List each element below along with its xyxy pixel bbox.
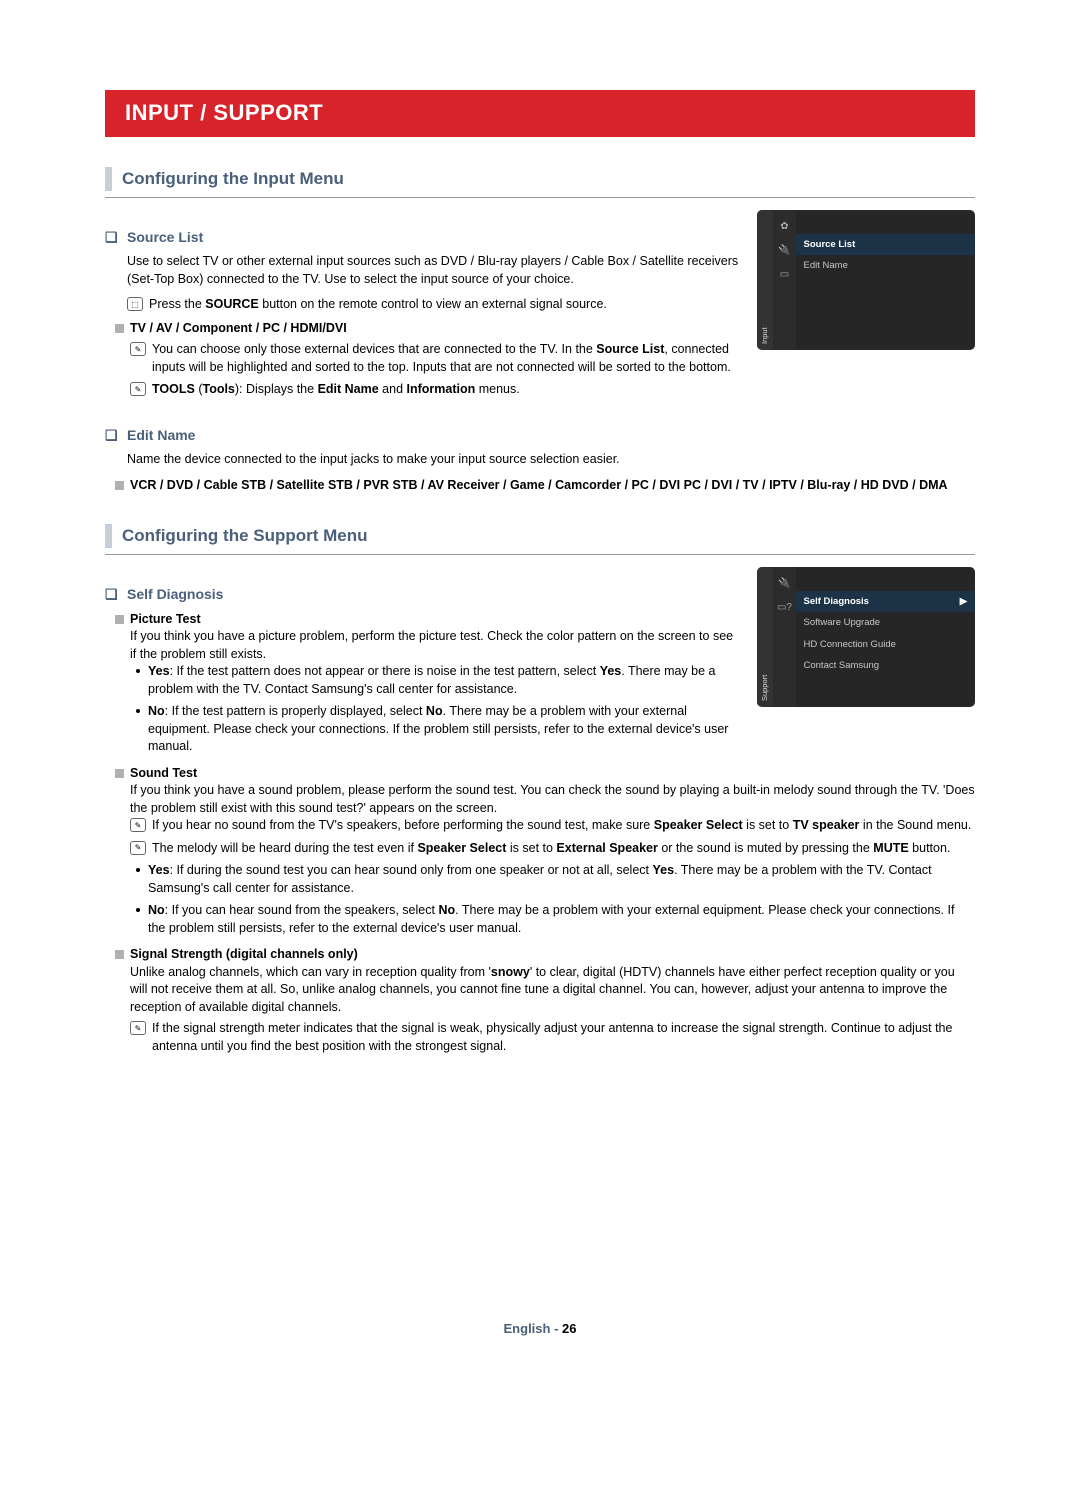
- signal-desc: Unlike analog channels, which can vary i…: [130, 964, 975, 1017]
- sound-no: No: If you can hear sound from the speak…: [148, 902, 975, 937]
- note-tools: TOOLS (Tools): Displays the Edit Name an…: [152, 381, 520, 399]
- note-icon: ✎: [130, 841, 146, 855]
- input-types: TV / AV / Component / PC / HDMI/DVI: [130, 320, 739, 338]
- menu-screenshot-support: Support 🔌 ▭? Self Diagnosis▶ Software Up…: [757, 567, 975, 707]
- section-heading-input: Configuring the Input Menu: [105, 167, 975, 191]
- note-icon: ✎: [130, 382, 146, 396]
- sub-heading-edit-name: Edit Name: [105, 426, 975, 446]
- note-icon: ✎: [130, 342, 146, 356]
- gear-icon: ✿: [780, 220, 788, 234]
- square-bullet: [115, 950, 124, 959]
- sub-heading-source-list: Source List: [105, 228, 739, 248]
- signal-note: If the signal strength meter indicates t…: [152, 1020, 975, 1055]
- sub-heading-self-diag: Self Diagnosis: [105, 585, 739, 605]
- picture-no: No: If the test pattern is properly disp…: [148, 703, 739, 756]
- sound-note1: If you hear no sound from the TV's speak…: [152, 817, 971, 835]
- chevron-right-icon: ▶: [960, 595, 967, 608]
- note-icon: ✎: [130, 1021, 146, 1035]
- help-icon: ▭?: [777, 601, 792, 615]
- menu-screenshot-input: Input ✿ 🔌 ▭ Source List Edit Name: [757, 210, 975, 350]
- picture-test-h: Picture Test: [130, 611, 739, 629]
- menu-row: Contact Samsung: [796, 655, 976, 676]
- square-bullet: [115, 324, 124, 333]
- sound-yes: Yes: If during the sound test you can he…: [148, 862, 975, 897]
- menu-row: Software Upgrade: [796, 612, 976, 633]
- remote-text: Press the SOURCE button on the remote co…: [149, 296, 607, 314]
- menu-row: HD Connection Guide: [796, 634, 976, 655]
- menu-row: Edit Name: [796, 255, 976, 276]
- remote-icon: ⬚: [127, 297, 143, 311]
- divider: [105, 197, 975, 198]
- signal-h: Signal Strength (digital channels only): [130, 946, 975, 964]
- menu-row: Self Diagnosis▶: [796, 591, 976, 612]
- sound-test-desc: If you think you have a sound problem, p…: [130, 782, 975, 817]
- source-list-desc: Use to select TV or other external input…: [105, 253, 739, 288]
- plug-icon: 🔌: [778, 577, 790, 591]
- note-icon: ✎: [130, 818, 146, 832]
- divider: [105, 554, 975, 555]
- box-icon: ▭: [780, 268, 789, 282]
- picture-yes: Yes: If the test pattern does not appear…: [148, 663, 739, 698]
- plug-icon: 🔌: [778, 244, 790, 258]
- note-source-list: You can choose only those external devic…: [152, 341, 739, 376]
- page-footer: English - 26: [105, 1320, 975, 1338]
- bullet: [136, 908, 140, 912]
- bullet: [136, 868, 140, 872]
- section-heading-support: Configuring the Support Menu: [105, 524, 975, 548]
- picture-test-desc: If you think you have a picture problem,…: [130, 628, 739, 663]
- bullet: [136, 669, 140, 673]
- chapter-banner: INPUT / SUPPORT: [105, 90, 975, 137]
- square-bullet: [115, 769, 124, 778]
- device-names: VCR / DVD / Cable STB / Satellite STB / …: [130, 477, 975, 495]
- sound-note2: The melody will be heard during the test…: [152, 840, 950, 858]
- edit-name-desc: Name the device connected to the input j…: [105, 451, 975, 469]
- square-bullet: [115, 615, 124, 624]
- bullet: [136, 709, 140, 713]
- square-bullet: [115, 481, 124, 490]
- sound-test-h: Sound Test: [130, 765, 975, 783]
- menu-row: Source List: [796, 234, 976, 255]
